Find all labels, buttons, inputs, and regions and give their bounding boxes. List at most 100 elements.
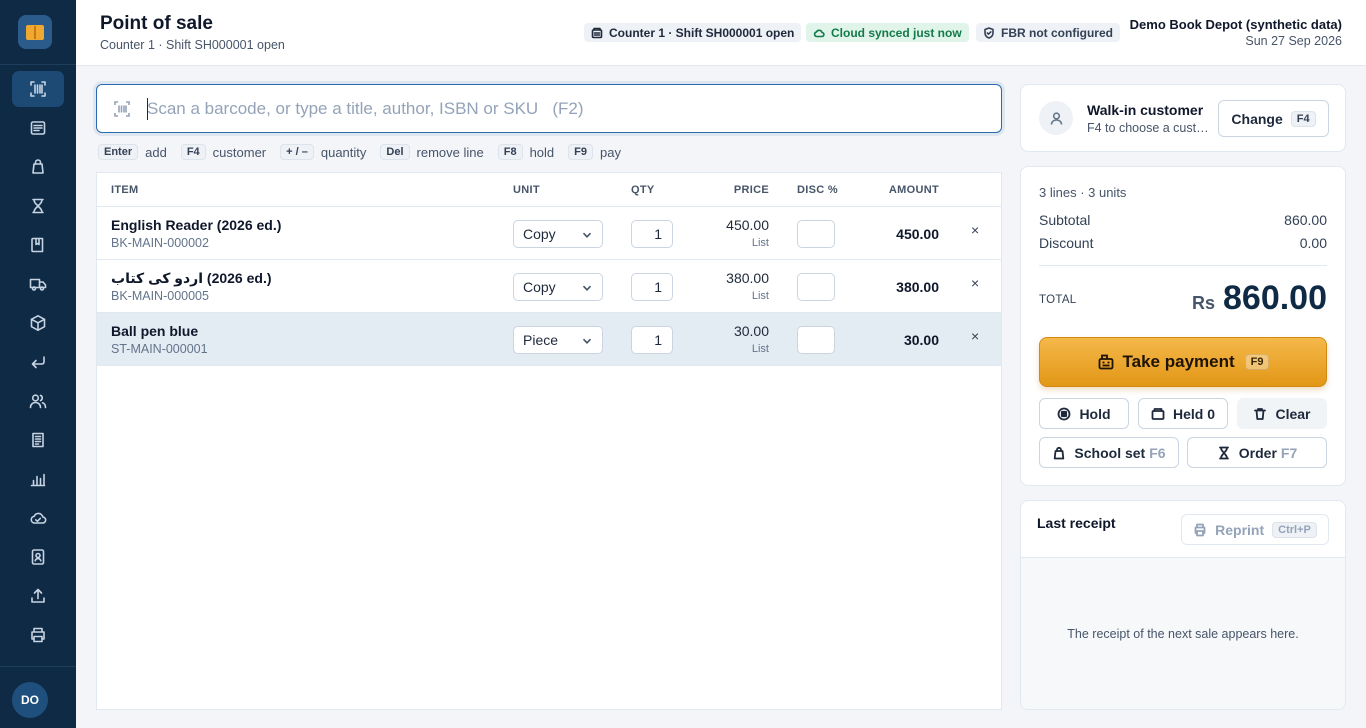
receipt-preview: The receipt of the next sale appears her… [1021, 557, 1345, 709]
price-list-label: List [751, 290, 769, 302]
user-avatar[interactable]: DO [12, 682, 48, 718]
hint-key: Enter [98, 144, 139, 160]
quantity-input[interactable]: 1 [631, 326, 673, 354]
nav-orders[interactable] [12, 188, 64, 224]
totals-divider [1039, 265, 1327, 266]
line-amount: 380.00 [896, 279, 939, 295]
take-payment-button[interactable]: Take payment F9 [1039, 337, 1327, 387]
barcode-icon [30, 81, 46, 97]
hint-key: F9 [568, 144, 593, 160]
clear-button[interactable]: Clear [1237, 398, 1327, 429]
discount-input[interactable] [797, 220, 835, 248]
register-icon [591, 27, 603, 38]
pause-circle-icon [1058, 407, 1071, 420]
discount-input[interactable] [797, 273, 835, 301]
nav-returns[interactable] [12, 344, 64, 380]
remove-line-button[interactable]: × [971, 223, 983, 237]
page-title: Point of sale [100, 13, 213, 34]
nav-export[interactable] [12, 578, 64, 614]
document-icon [30, 121, 46, 135]
clear-label: Clear [1275, 405, 1311, 422]
app-logo[interactable] [18, 15, 52, 49]
item-name: Ball pen blue [111, 323, 199, 339]
unit-select[interactable]: Copy [513, 273, 603, 301]
hold-button[interactable]: Hold [1039, 398, 1129, 429]
hourglass-icon [32, 198, 44, 214]
printer-icon [31, 627, 45, 643]
last-receipt-card: Last receipt Reprint Ctrl+P The receipt … [1020, 500, 1346, 710]
unit-select[interactable]: Piece [513, 326, 603, 354]
quantity-input[interactable]: 1 [631, 220, 673, 248]
table-row[interactable]: Ball pen blue ST-MAIN-000001 Piece 1 30.… [97, 313, 1001, 366]
school-set-label: School set [1074, 444, 1146, 461]
remove-line-button[interactable]: × [971, 276, 983, 290]
receipt-empty-text: The receipt of the next sale appears her… [1067, 627, 1299, 641]
tray-icon [1151, 407, 1165, 420]
customer-avatar [1039, 101, 1073, 135]
reprint-button[interactable]: Reprint Ctrl+P [1181, 514, 1329, 545]
chevron-down-icon [582, 285, 592, 291]
nav-customers[interactable] [12, 383, 64, 419]
counter-status-badge[interactable]: Counter 1 · Shift SH000001 open [584, 23, 802, 42]
sidebar-divider [0, 64, 76, 65]
cash-register-icon [1098, 354, 1113, 370]
column-header-amount: AMOUNT [888, 184, 939, 196]
cloud-icon [30, 512, 47, 524]
nav-sync[interactable] [12, 500, 64, 536]
receipt-title: Last receipt [1037, 515, 1116, 531]
product-search[interactable] [96, 84, 1002, 133]
column-header-item: ITEM [111, 184, 139, 196]
table-row[interactable]: English Reader (2026 ed.) BK-MAIN-000002… [97, 207, 1001, 260]
nav-catalog[interactable] [12, 227, 64, 263]
item-price: 380.00 [726, 270, 769, 286]
reprint-label: Reprint [1215, 521, 1265, 538]
nav-staff[interactable] [12, 539, 64, 575]
totals-card: 3 lines · 3 units Subtotal 860.00 Discou… [1020, 166, 1346, 486]
sync-status-badge[interactable]: Cloud synced just now [806, 23, 969, 42]
quantity-input[interactable]: 1 [631, 273, 673, 301]
trash-icon [1254, 407, 1267, 420]
nav-school-sets[interactable] [12, 149, 64, 185]
held-sales-button[interactable]: Held 0 [1138, 398, 1228, 429]
table-row[interactable]: اردو کی کتاب (2026 ed.) BK-MAIN-000005 C… [97, 260, 1001, 313]
remove-line-button[interactable]: × [971, 329, 983, 343]
hourglass-icon [1218, 446, 1229, 459]
customer-hint: F4 to choose a customer [1087, 121, 1213, 135]
shortcut-key: F7 [1280, 444, 1298, 461]
unit-select[interactable]: Copy [513, 220, 603, 248]
hint-label: remove line [416, 144, 484, 160]
held-label: Held 0 [1172, 405, 1215, 422]
subtotal-value: 860.00 [1284, 212, 1327, 228]
hint-key: + / – [280, 144, 314, 160]
hint-label: quantity [320, 144, 367, 160]
nav-pos[interactable] [12, 71, 64, 107]
nav-documents[interactable] [12, 110, 64, 146]
book-icon [31, 237, 44, 253]
search-input[interactable] [147, 95, 967, 123]
school-set-button[interactable]: School set F6 [1039, 437, 1179, 468]
order-button[interactable]: Order F7 [1187, 437, 1327, 468]
change-customer-button[interactable]: Change F4 [1218, 100, 1329, 137]
fbr-status-badge[interactable]: FBR not configured [976, 23, 1120, 42]
nav-inventory[interactable] [12, 305, 64, 341]
nav-deliveries[interactable] [12, 266, 64, 302]
keyboard-hints: Enter add F4 customer + / – quantity Del rem… [98, 143, 635, 161]
change-customer-label: Change [1231, 110, 1283, 127]
sidebar: DO [0, 0, 76, 728]
hold-label: Hold [1079, 405, 1111, 422]
page-header: Point of sale Counter 1 · Shift SH000001… [76, 0, 1366, 66]
nav-reports[interactable] [12, 461, 64, 497]
nav-printing[interactable] [12, 617, 64, 653]
lines-summary: 3 lines · 3 units [1039, 185, 1127, 200]
chevron-down-icon [582, 232, 592, 238]
total-amount: Rs 860.00 [1192, 279, 1327, 318]
item-price: 450.00 [726, 217, 769, 233]
hint-key: F8 [497, 144, 523, 160]
column-header-price: PRICE [733, 184, 769, 196]
discount-label: Discount [1039, 235, 1094, 251]
discount-input[interactable] [797, 326, 835, 354]
nav-ledger[interactable] [12, 422, 64, 458]
unit-value: Piece [523, 332, 559, 348]
upload-icon [31, 588, 45, 603]
ledger-icon [32, 432, 44, 448]
